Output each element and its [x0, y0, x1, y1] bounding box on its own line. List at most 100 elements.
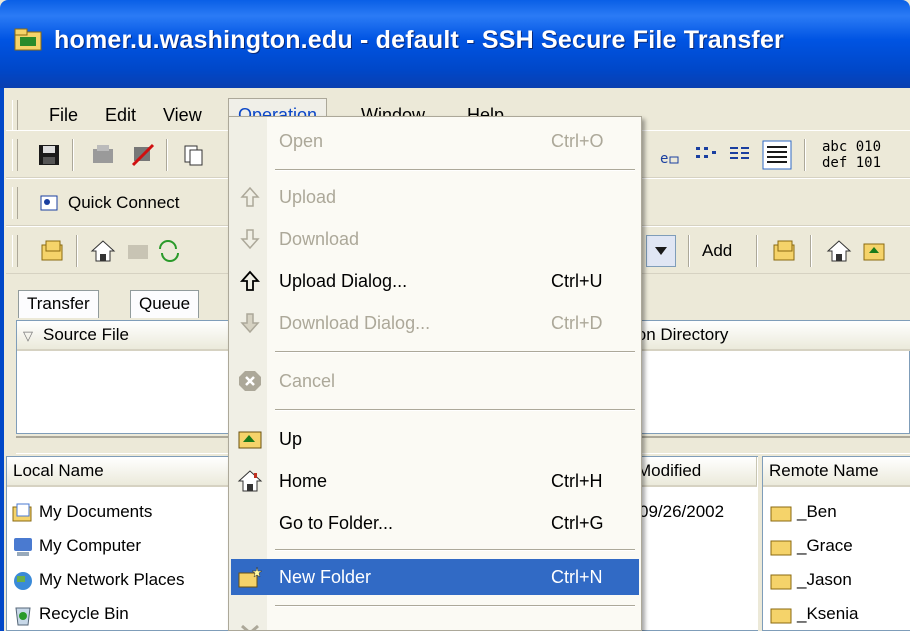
add-button[interactable]: Add: [702, 235, 732, 267]
menu-item-upload-dialog[interactable]: Upload Dialog... Ctrl+U: [231, 263, 639, 299]
menu-item-home[interactable]: Home Ctrl+H: [231, 463, 639, 499]
menu-item-cancel[interactable]: Cancel: [231, 363, 639, 399]
quick-connect-button[interactable]: Quick Connect: [38, 187, 180, 219]
menu-edit-label: Edit: [105, 105, 137, 125]
menu-item-new-folder-label: New Folder: [279, 567, 372, 587]
tab-transfer-label: Transfer: [27, 294, 90, 313]
column-remote-name[interactable]: Remote Name: [763, 457, 910, 487]
home-icon: [237, 470, 263, 492]
column-destination-directory[interactable]: ion Directory: [627, 321, 910, 351]
remote-up-folder-icon[interactable]: [862, 239, 888, 263]
remote-file-list[interactable]: Remote Name _Ben _Grace _Jason _Ksenia: [762, 456, 910, 631]
menu-file-label: File: [49, 105, 79, 125]
menu-item-open-shortcut: Ctrl+O: [551, 131, 604, 151]
menu-item-open[interactable]: Open Ctrl+O: [231, 123, 639, 159]
folder-icon: [770, 608, 792, 624]
view-small-icons-icon[interactable]: [694, 143, 720, 167]
folder-icon: [770, 540, 792, 556]
menubar-grip[interactable]: [12, 100, 18, 130]
remote-item-name: _Ksenia: [797, 604, 859, 623]
menu-item-delete-partial[interactable]: [231, 615, 639, 631]
remote-item-ben[interactable]: _Ben: [769, 495, 837, 529]
remote-item-jason[interactable]: _Jason: [769, 563, 852, 597]
menu-separator: [275, 549, 635, 551]
refresh-icon[interactable]: [156, 239, 182, 263]
ascii-mode-label-2: def: [822, 155, 848, 171]
view-details-icon[interactable]: [762, 140, 792, 170]
cancel-icon: [239, 371, 261, 391]
menu-item-upload[interactable]: Upload: [231, 179, 639, 215]
remote-parent-folder-icon[interactable]: [772, 239, 798, 263]
view-large-icons-icon[interactable]: e: [658, 143, 684, 167]
upload-arrow-icon: [240, 186, 260, 207]
menu-item-download[interactable]: Download: [231, 221, 639, 257]
toolbar-separator: [756, 235, 758, 267]
quick-connect-icon: [40, 195, 58, 211]
transfer-mode-icon[interactable]: abc 010 def 101: [822, 139, 902, 171]
column-modified-label: Modified: [637, 461, 702, 480]
toolbar-grip[interactable]: [12, 139, 18, 171]
remote-item-grace[interactable]: _Grace: [769, 529, 853, 563]
download-arrow-icon: [240, 229, 260, 250]
local-item-recycle-bin[interactable]: Recycle Bin: [11, 597, 129, 631]
tab-queue[interactable]: Queue: [130, 290, 200, 318]
copy-icon[interactable]: [182, 143, 208, 167]
column-source-file-label: Source File: [43, 325, 129, 344]
menu-item-download-dialog[interactable]: Download Dialog... Ctrl+D: [231, 305, 639, 341]
chevron-down-icon: [655, 247, 667, 255]
view-list-icon[interactable]: [728, 143, 754, 167]
print-icon[interactable]: [90, 143, 116, 167]
menu-item-home-label: Home: [279, 471, 328, 491]
toolbar-separator: [810, 235, 812, 267]
remote-home-icon[interactable]: [826, 239, 852, 263]
local-item-my-documents[interactable]: My Documents: [11, 495, 152, 529]
menu-item-go-to-folder[interactable]: Go to Folder... Ctrl+G: [231, 505, 639, 541]
tab-transfer[interactable]: Transfer: [18, 290, 99, 318]
menu-view-label: View: [163, 105, 202, 125]
column-local-name-label: Local Name: [13, 461, 104, 480]
disconnect-icon[interactable]: [130, 143, 156, 167]
menu-item-upload-label: Upload: [279, 187, 337, 207]
recycle-bin-icon: [15, 607, 31, 626]
local-item-my-network-places[interactable]: My Network Places: [11, 563, 184, 597]
new-folder-icon: [238, 566, 263, 588]
toolbar-grip[interactable]: [12, 187, 18, 219]
network-places-icon: [14, 571, 32, 590]
window-title: homer.u.washington.edu - default - SSH S…: [54, 26, 784, 54]
local-item-name: My Network Places: [39, 570, 185, 589]
upload-arrow-icon: [239, 270, 261, 291]
ascii-mode-label: abc: [822, 139, 848, 155]
add-button-label: Add: [702, 241, 733, 260]
tab-queue-label: Queue: [139, 294, 191, 313]
menu-item-new-folder[interactable]: New Folder Ctrl+N: [231, 559, 639, 595]
menu-separator: [275, 169, 635, 171]
menu-item-download-dialog-label: Download Dialog...: [279, 313, 431, 333]
up-folder-icon: [238, 431, 262, 449]
parent-folder-icon[interactable]: [40, 239, 66, 263]
folder-icon: [770, 506, 792, 522]
delete-icon: [241, 624, 259, 631]
menu-item-go-to-folder-label: Go to Folder...: [279, 513, 394, 533]
menu-file[interactable]: File: [40, 100, 87, 130]
home-icon[interactable]: [90, 239, 116, 263]
documents-folder-icon: [12, 503, 32, 522]
menu-separator: [275, 409, 635, 411]
menu-item-up[interactable]: Up: [231, 421, 639, 457]
folder-disabled-icon[interactable]: [126, 239, 152, 263]
save-icon[interactable]: [36, 143, 62, 167]
menu-edit[interactable]: Edit: [96, 100, 145, 130]
folder-icon: [770, 574, 792, 590]
toolbar-grip[interactable]: [12, 235, 18, 267]
toolbar-separator: [688, 235, 690, 267]
menu-item-cancel-label: Cancel: [279, 371, 336, 391]
column-modified[interactable]: Modified: [631, 457, 757, 487]
operation-menu: Open Ctrl+O Upload Download Upload Dialo…: [228, 116, 642, 631]
app-icon: [14, 28, 42, 51]
menu-item-download-label: Download: [279, 229, 360, 249]
dropdown-arrow-button[interactable]: [646, 235, 676, 267]
local-item-my-computer[interactable]: My Computer: [11, 529, 141, 563]
local-item-modified: 09/26/2002: [639, 502, 725, 521]
menu-view[interactable]: View: [154, 100, 211, 130]
binary-mode-label: 010: [855, 139, 882, 155]
remote-item-ksenia[interactable]: _Ksenia: [769, 597, 858, 631]
